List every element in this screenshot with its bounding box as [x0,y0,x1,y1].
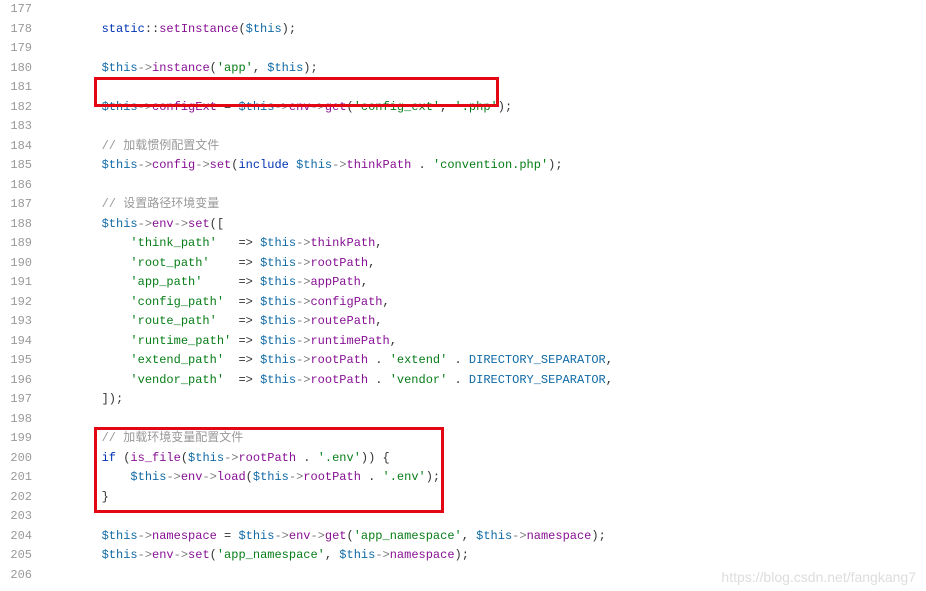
line-number: 198 [0,410,32,430]
code-line[interactable]: 'config_path' => $this->configPath, [44,293,926,313]
line-number: 193 [0,312,32,332]
code-line[interactable]: 'vendor_path' => $this->rootPath . 'vend… [44,371,926,391]
code-line[interactable]: 'extend_path' => $this->rootPath . 'exte… [44,351,926,371]
line-number: 192 [0,293,32,313]
line-number: 199 [0,429,32,449]
code-line[interactable] [44,0,926,20]
line-number: 188 [0,215,32,235]
line-number: 183 [0,117,32,137]
line-number: 181 [0,78,32,98]
code-line[interactable]: $this->namespace = $this->env->get('app_… [44,527,926,547]
code-line[interactable]: // 加载惯例配置文件 [44,137,926,157]
code-line[interactable] [44,39,926,59]
line-number: 201 [0,468,32,488]
code-line[interactable]: 'runtime_path' => $this->runtimePath, [44,332,926,352]
code-line[interactable]: $this->env->load($this->rootPath . '.env… [44,468,926,488]
code-line[interactable]: $this->config->set(include $this->thinkP… [44,156,926,176]
line-number: 203 [0,507,32,527]
code-line[interactable] [44,117,926,137]
line-number: 191 [0,273,32,293]
code-line[interactable]: $this->env->set('app_namespace', $this->… [44,546,926,566]
code-line[interactable]: if (is_file($this->rootPath . '.env')) { [44,449,926,469]
code-editor: 177 178 179 180 181 182 183 184 185 186 … [0,0,926,585]
code-line[interactable]: 'route_path' => $this->routePath, [44,312,926,332]
line-number-gutter: 177 178 179 180 181 182 183 184 185 186 … [0,0,44,585]
line-number: 196 [0,371,32,391]
line-number: 180 [0,59,32,79]
line-number: 186 [0,176,32,196]
line-number: 182 [0,98,32,118]
code-line[interactable]: } [44,488,926,508]
line-number: 190 [0,254,32,274]
line-number: 187 [0,195,32,215]
code-line[interactable] [44,410,926,430]
code-line[interactable]: $this->instance('app', $this); [44,59,926,79]
line-number: 185 [0,156,32,176]
line-number: 204 [0,527,32,547]
code-line[interactable]: $this->env->set([ [44,215,926,235]
code-line[interactable] [44,78,926,98]
line-number: 179 [0,39,32,59]
line-number: 195 [0,351,32,371]
code-line[interactable] [44,507,926,527]
code-line[interactable] [44,176,926,196]
line-number: 189 [0,234,32,254]
code-line[interactable]: $this->configExt = $this->env->get('conf… [44,98,926,118]
line-number: 206 [0,566,32,586]
line-number: 205 [0,546,32,566]
watermark-text: https://blog.csdn.net/fangkang7 [721,569,916,585]
line-number: 184 [0,137,32,157]
code-line[interactable]: static::setInstance($this); [44,20,926,40]
code-content[interactable]: static::setInstance($this); $this->insta… [44,0,926,585]
line-number: 194 [0,332,32,352]
line-number: 202 [0,488,32,508]
line-number: 197 [0,390,32,410]
line-number: 200 [0,449,32,469]
code-line[interactable]: // 设置路径环境变量 [44,195,926,215]
code-line[interactable]: 'think_path' => $this->thinkPath, [44,234,926,254]
line-number: 178 [0,20,32,40]
code-line[interactable]: ]); [44,390,926,410]
code-line[interactable]: // 加载环境变量配置文件 [44,429,926,449]
code-line[interactable]: 'app_path' => $this->appPath, [44,273,926,293]
code-line[interactable]: 'root_path' => $this->rootPath, [44,254,926,274]
line-number: 177 [0,0,32,20]
